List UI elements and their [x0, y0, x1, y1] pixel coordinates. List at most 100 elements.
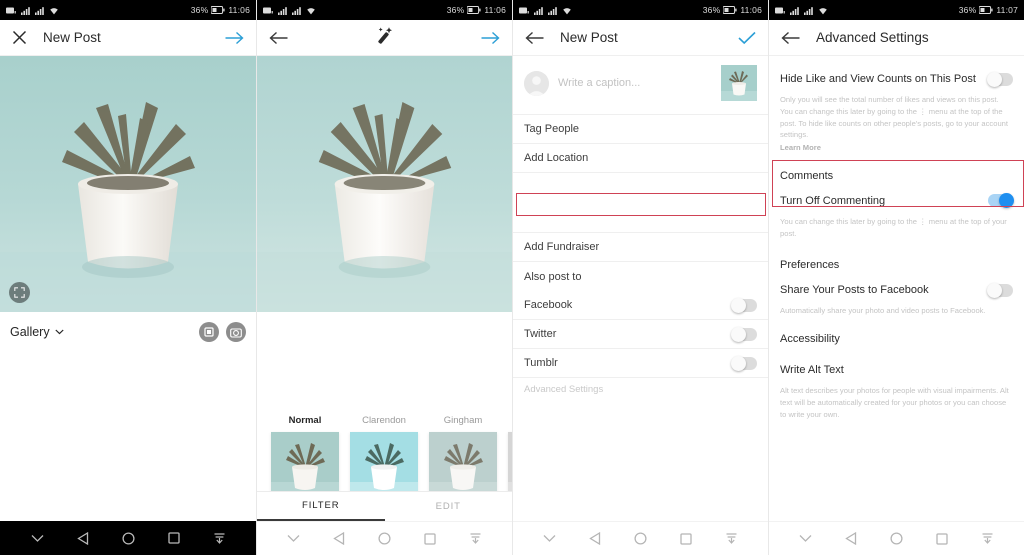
row-facebook[interactable]: Facebook [513, 291, 768, 320]
tumblr-toggle[interactable] [731, 355, 757, 371]
status-icons-right: 36% 11:06 [703, 5, 762, 15]
toggle-knob [731, 297, 746, 313]
arrow-left-icon[interactable] [525, 31, 544, 45]
row-add-fundraiser[interactable]: Add Fundraiser [513, 233, 768, 262]
recents-square-icon[interactable] [936, 532, 948, 545]
row-advanced-settings[interactable]: Advanced Settings [513, 378, 768, 401]
chevron-down-icon[interactable] [287, 534, 300, 543]
row-twitter[interactable]: Twitter [513, 320, 768, 349]
status-icons-left [519, 6, 572, 15]
wifi-icon [563, 7, 571, 14]
home-circle-icon[interactable] [378, 532, 391, 545]
page-title: New Post [43, 30, 101, 45]
row-location-suggestions [513, 173, 768, 233]
gallery-dropdown[interactable]: Gallery [10, 325, 64, 339]
back-triangle-icon[interactable] [845, 532, 857, 545]
home-circle-icon[interactable] [121, 531, 135, 545]
clock: 11:06 [740, 5, 762, 15]
system-navigation-bar [513, 521, 768, 555]
photo-preview-filtered[interactable] [257, 56, 512, 312]
system-navigation-bar [0, 521, 256, 555]
row-tumblr[interactable]: Tumblr [513, 349, 768, 378]
close-x-icon[interactable] [12, 30, 27, 45]
filter-carousel-area: Normal Clarendon Gingham FILTER EDIT [257, 312, 512, 521]
post-thumbnail [721, 65, 757, 101]
filter-thumb-gingham [429, 432, 497, 500]
description-text: Only you will see the total number of li… [780, 95, 1009, 140]
chevron-down-icon [54, 329, 64, 335]
row-add-location[interactable]: Add Location [513, 144, 768, 173]
recents-square-icon[interactable] [424, 532, 436, 545]
sd-card-icon [775, 7, 785, 13]
check-icon[interactable] [738, 31, 756, 45]
status-icons-right: 36% 11:07 [959, 5, 1018, 15]
hide-navbar-icon[interactable] [725, 532, 738, 545]
home-circle-icon[interactable] [634, 532, 647, 545]
signal-bars-icon [790, 6, 799, 15]
row-label: Share Your Posts to Facebook [780, 284, 929, 297]
turn-off-commenting-toggle[interactable] [988, 193, 1014, 209]
also-post-to-header: Also post to [524, 270, 582, 283]
filter-carousel[interactable]: Normal Clarendon Gingham [257, 415, 512, 500]
hide-navbar-icon[interactable] [981, 532, 994, 545]
row-turn-off-commenting[interactable]: Turn Off Commenting [769, 188, 1024, 214]
toggle-knob [999, 193, 1014, 209]
post-details-list: Write a caption... Tag People Add Locati… [513, 56, 768, 521]
recents-square-icon[interactable] [680, 532, 692, 545]
system-navigation-bar [769, 521, 1024, 555]
facebook-toggle[interactable] [731, 297, 757, 313]
comments-header: Comments [780, 169, 834, 182]
selected-photo-preview[interactable] [0, 56, 256, 312]
share-facebook-toggle[interactable] [987, 282, 1013, 298]
row-share-to-facebook[interactable]: Share Your Posts to Facebook [769, 277, 1024, 303]
filter-item[interactable]: Normal [271, 415, 339, 500]
row-label: Twitter [524, 328, 557, 340]
filter-thumb-normal [271, 432, 339, 500]
caption-input[interactable]: Write a caption... [558, 77, 712, 89]
recents-square-icon[interactable] [167, 532, 180, 544]
multi-select-icon[interactable] [199, 322, 219, 342]
back-triangle-icon[interactable] [76, 531, 89, 545]
camera-icon[interactable] [226, 322, 246, 342]
learn-more-link[interactable]: Learn More [780, 142, 1013, 154]
tab-filter[interactable]: FILTER [257, 492, 385, 521]
arrow-left-icon[interactable] [781, 31, 800, 45]
arrow-right-icon[interactable] [225, 31, 244, 45]
plant-thumbnail [721, 65, 757, 101]
row-label: Tag People [524, 123, 580, 135]
hide-navbar-icon[interactable] [213, 532, 226, 545]
app-bar-actions [481, 31, 500, 45]
hide-like-counts-toggle[interactable] [987, 71, 1013, 87]
filter-item[interactable]: Clarendon [350, 415, 418, 500]
twitter-toggle[interactable] [731, 326, 757, 342]
signal-bars-2-icon [804, 6, 813, 15]
row-tag-people[interactable]: Tag People [513, 115, 768, 144]
row-label: Facebook [524, 299, 573, 311]
chevron-down-icon[interactable] [543, 534, 556, 543]
gallery-label: Gallery [10, 325, 50, 339]
arrow-left-icon[interactable] [269, 31, 288, 45]
magic-wand-icon[interactable] [375, 26, 394, 50]
filter-item[interactable]: Gingham [429, 415, 497, 500]
arrow-right-icon[interactable] [481, 31, 500, 45]
advanced-settings-list: Hide Like and View Counts on This Post O… [769, 56, 1024, 521]
expand-photo-icon[interactable] [9, 282, 30, 303]
clock: 11:07 [996, 5, 1018, 15]
back-triangle-icon[interactable] [333, 532, 345, 545]
turn-off-commenting-description: You can change this later by going to th… [780, 216, 1007, 238]
row-label: Add Fundraiser [524, 241, 600, 253]
filter-label: Gingham [443, 415, 483, 426]
chevron-down-icon[interactable] [799, 534, 812, 543]
tab-edit[interactable]: EDIT [385, 492, 513, 521]
chevron-down-icon[interactable] [31, 534, 44, 543]
back-triangle-icon[interactable] [589, 532, 601, 545]
hide-navbar-icon[interactable] [469, 532, 482, 545]
row-write-alt-text[interactable]: Write Alt Text [769, 357, 1024, 383]
home-circle-icon[interactable] [890, 532, 903, 545]
caption-row[interactable]: Write a caption... [513, 56, 768, 115]
filter-thumbnail [271, 432, 339, 500]
preferences-header: Preferences [780, 259, 840, 272]
panel-new-post-details: 36% 11:06 New Post Write a caption... Ta… [512, 0, 768, 555]
row-hide-like-counts[interactable]: Hide Like and View Counts on This Post [769, 66, 1024, 92]
row-label: Turn Off Commenting [780, 194, 886, 207]
